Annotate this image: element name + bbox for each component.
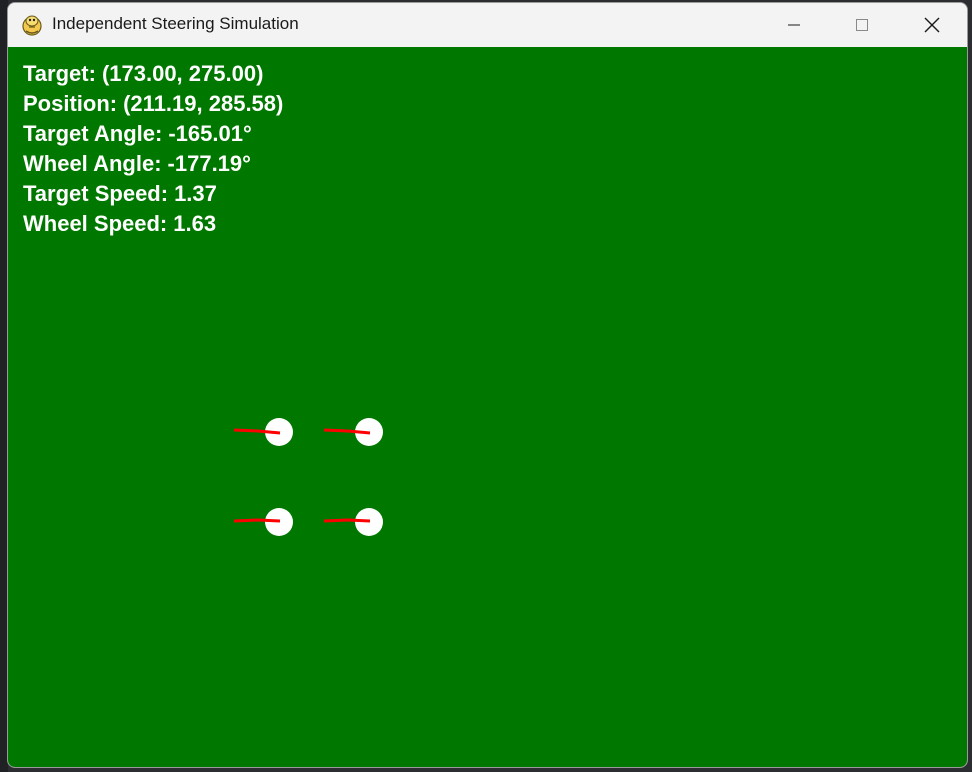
maximize-icon [856,19,868,31]
wheel-rear-right [323,508,383,536]
simulation-canvas[interactable]: Target: (173.00, 275.00) Position: (211.… [8,47,967,767]
close-button[interactable] [909,3,955,47]
window-title: Independent Steering Simulation [52,14,299,33]
title-bar[interactable]: Independent Steering Simulation [8,3,967,47]
maximize-button[interactable] [839,3,885,47]
wheel-front-right [323,418,383,446]
minimize-icon [788,24,800,26]
wheel-rear-left [233,508,293,536]
app-window: Independent Steering Simulation Target: … [7,2,968,768]
minimize-button[interactable] [771,3,817,47]
pygame-snake-icon [22,15,42,36]
wheel-layer [233,418,383,536]
close-icon [924,17,940,33]
wheel-front-left [233,418,293,446]
